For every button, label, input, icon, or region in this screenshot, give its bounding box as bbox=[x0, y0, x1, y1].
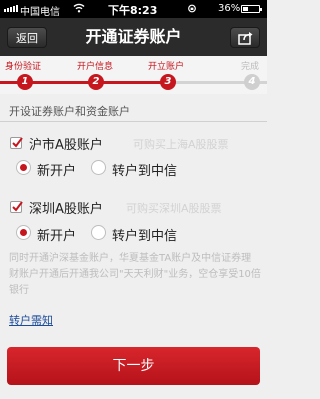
step-4-marker: 4 bbox=[244, 74, 260, 90]
account-description: 同时开通沪深基金账户，华夏基金TA账户及中信证券理财账户开通后开通我公司"天天利… bbox=[9, 253, 261, 296]
rotation-lock-icon bbox=[188, 4, 196, 13]
step-4-label: 完成 bbox=[241, 62, 260, 72]
share-button[interactable] bbox=[230, 27, 260, 48]
step-3-marker: 3 bbox=[160, 74, 176, 90]
shanghai-new-account-label[interactable]: 新开户 bbox=[37, 160, 76, 179]
shanghai-transfer-label[interactable]: 转户到中信 bbox=[112, 160, 177, 179]
step-3-label: 开立账户 bbox=[148, 62, 185, 72]
back-button[interactable]: 返回 bbox=[7, 27, 47, 48]
checkmark-icon bbox=[12, 137, 23, 148]
wifi-icon bbox=[73, 3, 85, 13]
share-icon bbox=[238, 32, 253, 45]
battery-icon bbox=[241, 5, 262, 13]
shanghai-account-label: 沪市A股账户 bbox=[29, 138, 103, 153]
status-time: 下午8:23 bbox=[108, 4, 158, 17]
shenzhen-transfer-label[interactable]: 转户到中信 bbox=[112, 225, 177, 244]
status-bar: 中国电信 下午8:23 36% bbox=[0, 0, 267, 18]
shanghai-account-hint: 可购买上海A股股票 bbox=[133, 138, 229, 151]
shanghai-new-account-radio[interactable] bbox=[16, 160, 31, 175]
shenzhen-account-checkbox[interactable] bbox=[10, 201, 23, 213]
step-1-label: 身份验证 bbox=[5, 62, 42, 72]
shenzhen-new-account-label[interactable]: 新开户 bbox=[37, 225, 76, 244]
shenzhen-transfer-radio[interactable] bbox=[91, 225, 106, 240]
step-2-marker: 2 bbox=[88, 74, 104, 90]
section-divider bbox=[0, 121, 267, 122]
battery-percent: 36% bbox=[218, 3, 241, 14]
section-title: 开设证券账户和资金账户 bbox=[9, 105, 130, 118]
carrier-name: 中国电信 bbox=[20, 7, 60, 18]
shanghai-account-checkbox[interactable] bbox=[10, 137, 23, 149]
signal-icon bbox=[4, 5, 18, 12]
progress-steps: 身份验证 开户信息 开立账户 完成 1 2 3 4 bbox=[0, 56, 267, 94]
transfer-notice-link[interactable]: 转户需知 bbox=[9, 312, 53, 328]
next-step-button[interactable]: 下一步 bbox=[7, 347, 260, 385]
nav-header: 开通证券账户 返回 bbox=[0, 18, 267, 56]
shenzhen-new-account-radio[interactable] bbox=[16, 225, 31, 240]
checkmark-icon bbox=[12, 201, 23, 212]
step-2-label: 开户信息 bbox=[77, 62, 114, 72]
shenzhen-account-label: 深圳A股账户 bbox=[29, 202, 103, 217]
shenzhen-account-hint: 可购买深圳A股股票 bbox=[126, 202, 222, 215]
step-1-marker: 1 bbox=[17, 74, 33, 90]
shanghai-transfer-radio[interactable] bbox=[91, 160, 106, 175]
